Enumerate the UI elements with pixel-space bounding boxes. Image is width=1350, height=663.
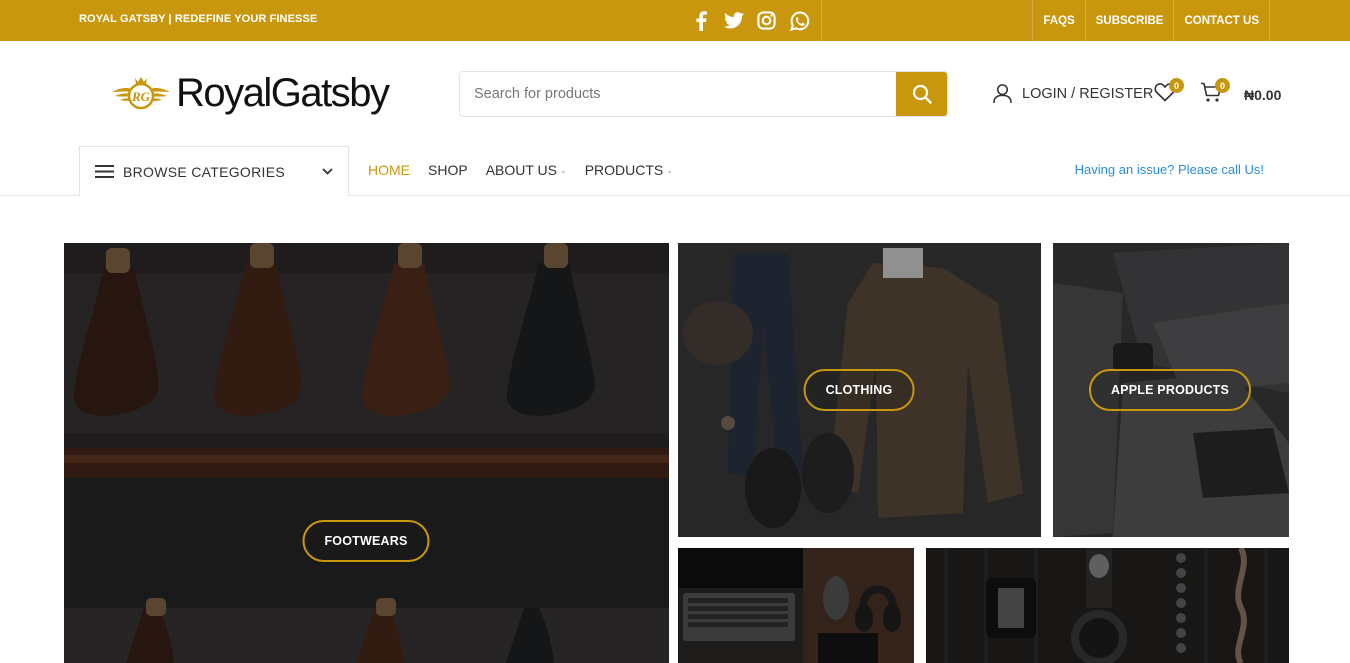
banner-clothing[interactable]: CLOTHING: [678, 243, 1041, 537]
chevron-down-icon: [322, 168, 333, 175]
nav-item-about-us[interactable]: ABOUT US ⌄: [486, 162, 567, 178]
top-bar: ROYAL GATSBY | REDEFINE YOUR FINESSE FAQ…: [0, 0, 1350, 41]
cart-total: ₦0.00: [1244, 87, 1282, 103]
search-icon: [912, 84, 932, 104]
banner-label[interactable]: CLOTHING: [803, 369, 915, 411]
dropdown-caret-icon: ⌄: [666, 165, 673, 175]
cart-button[interactable]: 0 ₦0.00: [1200, 78, 1282, 108]
laptop-headphones-image: [678, 548, 914, 663]
nav-item-products[interactable]: PRODUCTS ⌄: [585, 162, 673, 178]
nav-item-label: PRODUCTS: [584, 162, 664, 178]
banner-tech-accessories[interactable]: [678, 548, 914, 663]
login-register-link[interactable]: LOGIN / REGISTER: [992, 83, 1153, 104]
nav-item-label: SHOP: [428, 162, 468, 178]
wishlist-button[interactable]: 0: [1154, 78, 1184, 107]
search-button[interactable]: [896, 72, 947, 116]
main-menu: HOME SHOP ABOUT US ⌄ PRODUCTS ⌄: [368, 162, 691, 178]
watch-jewelry-image: [926, 548, 1289, 663]
site-logo[interactable]: RG RoyalGatsby: [110, 70, 390, 116]
shoes-shelf-image: [64, 243, 669, 663]
user-icon: [993, 84, 1012, 104]
browse-categories-dropdown[interactable]: BROWSE CATEGORIES: [79, 146, 349, 196]
instagram-icon[interactable]: [756, 10, 777, 31]
banner-apple-products[interactable]: APPLE PRODUCTS: [1053, 243, 1289, 537]
wishlist-count-badge: 0: [1169, 78, 1184, 93]
nav-item-label: HOME: [368, 162, 410, 178]
banner-label[interactable]: APPLE PRODUCTS: [1088, 369, 1252, 411]
nav-item-home[interactable]: HOME: [368, 162, 410, 178]
cart-icon-wrap: 0: [1200, 78, 1230, 108]
subscribe-link[interactable]: SUBSCRIBE: [1084, 0, 1174, 41]
banner-footwears[interactable]: FOOTWEARS: [64, 243, 669, 663]
banner-label[interactable]: FOOTWEARS: [302, 520, 430, 562]
twitter-icon[interactable]: [723, 10, 744, 31]
nav-item-shop[interactable]: SHOP: [428, 162, 468, 178]
hamburger-menu-icon: [95, 165, 114, 178]
product-search: [459, 71, 948, 117]
cart-count-badge: 0: [1215, 78, 1230, 93]
top-links: FAQS SUBSCRIBE CONTACT US: [1032, 0, 1270, 41]
svg-text:RG: RG: [131, 89, 151, 104]
nav-item-label: ABOUT US: [485, 162, 557, 178]
whatsapp-icon[interactable]: [789, 10, 810, 31]
social-links: [690, 10, 810, 31]
facebook-icon[interactable]: [690, 10, 711, 31]
faqs-link[interactable]: FAQS: [1032, 0, 1084, 41]
logo-emblem-icon: RG: [112, 77, 170, 110]
site-tagline: ROYAL GATSBY | REDEFINE YOUR FINESSE: [79, 13, 318, 25]
browse-categories-label: BROWSE CATEGORIES: [123, 163, 285, 180]
search-input[interactable]: [460, 72, 896, 116]
top-divider: [821, 0, 822, 41]
contact-us-link[interactable]: CONTACT US: [1173, 0, 1270, 41]
banner-watches-accessories[interactable]: [926, 548, 1289, 663]
support-call-link[interactable]: Having an issue? Please call Us!: [1075, 162, 1264, 177]
logo-text: RoyalGatsby: [176, 71, 390, 115]
login-register-label: LOGIN / REGISTER: [1022, 85, 1154, 102]
dropdown-caret-icon: ⌄: [560, 165, 567, 175]
